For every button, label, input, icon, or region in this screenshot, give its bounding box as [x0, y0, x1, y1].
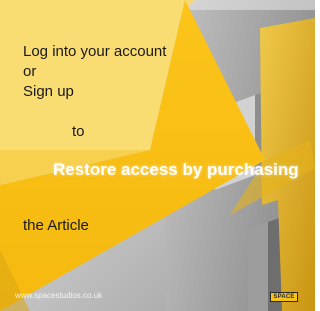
to-label: to — [72, 123, 85, 140]
signup-link[interactable]: Sign up — [23, 84, 74, 100]
login-link[interactable]: Log into your account — [23, 44, 166, 60]
article-label: the Article — [23, 217, 89, 234]
site-url-watermark: www.spacestudios.co.uk — [15, 291, 103, 300]
or-label: or — [23, 63, 37, 80]
space-logo: SPACE — [270, 292, 298, 302]
restore-access-link[interactable]: Restore access by purchasing — [53, 160, 299, 180]
paywall-overlay: Log into your account or Sign up to Rest… — [0, 0, 315, 311]
